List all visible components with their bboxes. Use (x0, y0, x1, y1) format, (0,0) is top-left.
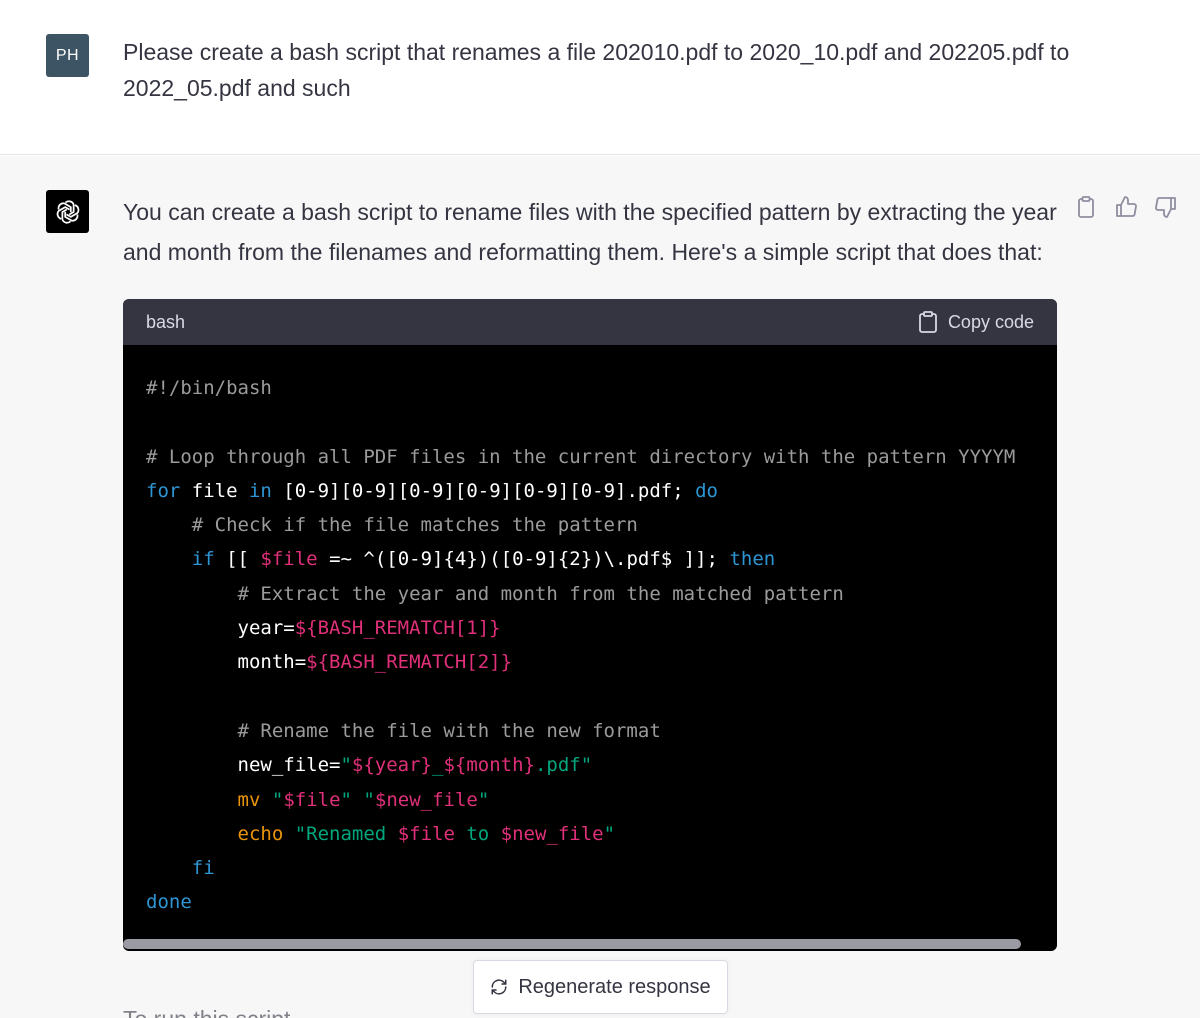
code-token: new_file= (146, 754, 341, 777)
code-token: fi (191, 857, 215, 880)
code-line: for file in [0-9][0-9][0-9][0-9][0-9][0-… (146, 474, 1057, 508)
code-header: bash Copy code (123, 299, 1057, 345)
code-token: _ (432, 754, 444, 777)
code-token: echo (237, 822, 284, 845)
code-token: mv (237, 788, 261, 811)
code-token: for (146, 479, 181, 502)
code-line: new_file="${year}_${month}.pdf" (146, 748, 1057, 782)
code-line: if [[ $file =~ ^([0-9]{4})([0-9]{2})\.pd… (146, 542, 1057, 576)
code-line: #!/bin/bash (146, 371, 1057, 405)
code-token: "Renamed (294, 822, 398, 845)
code-token: done (146, 891, 192, 914)
code-token: ${month} (443, 754, 535, 777)
code-token: to (454, 822, 501, 845)
code-token: month= (146, 651, 307, 674)
code-token: ${BASH_REMATCH[2]} (306, 651, 513, 674)
code-line: fi (146, 851, 1057, 885)
code-language-label: bash (146, 311, 186, 332)
code-token: $new_file (374, 788, 478, 811)
trailing-text: To run this script (123, 1006, 290, 1018)
horizontal-scrollbar[interactable] (123, 939, 1021, 949)
code-token: " (603, 822, 616, 845)
code-token: if (191, 548, 215, 571)
code-token: $file (283, 788, 341, 811)
code-token: year= (146, 617, 295, 640)
code-line: # Extract the year and month from the ma… (146, 577, 1057, 611)
code-line: # Check if the file matches the pattern (146, 508, 1057, 542)
code-line: month=${BASH_REMATCH[2]} (146, 645, 1057, 679)
code-token: =~ ^([0-9]{4})([0-9]{2})\.pdf$ ]]; (317, 548, 730, 571)
code-token: do (695, 479, 718, 502)
code-token: .pdf" (534, 754, 593, 777)
code-token: #!/bin/bash (146, 377, 272, 399)
message-actions (1074, 194, 1178, 220)
code-token: # Check if the file matches the pattern (146, 514, 638, 537)
code-token: # Loop through all PDF files in the curr… (146, 445, 1016, 468)
code-token: in (248, 479, 272, 502)
user-avatar-initials: PH (55, 46, 80, 64)
code-token: [[ (214, 548, 261, 571)
user-message-text: Please create a bash script that renames… (123, 39, 1070, 101)
regenerate-label: Regenerate response (518, 975, 711, 998)
code-line: # Rename the file with the new format (146, 714, 1057, 748)
clipboard-icon (919, 311, 937, 333)
code-token: $file (260, 548, 318, 571)
copy-code-label: Copy code (947, 311, 1034, 332)
code-token: " (340, 788, 352, 811)
code-line: echo "Renamed $file to $new_file" (146, 817, 1057, 851)
assistant-intro-text: You can create a bash script to rename f… (123, 199, 1057, 265)
code-content[interactable]: #!/bin/bash # Loop through all PDF files… (123, 345, 1057, 939)
code-token: [0-9][0-9][0-9][0-9][0-9][0-9].pdf; (271, 479, 696, 502)
refresh-icon (491, 979, 507, 995)
code-token: $new_file (500, 822, 604, 845)
code-token: then (729, 548, 776, 571)
code-token: # Extract the year and month from the ma… (146, 582, 844, 605)
code-line: # Loop through all PDF files in the curr… (146, 440, 1057, 474)
copy-code-button[interactable]: Copy code (918, 311, 1034, 333)
code-token: " (340, 754, 352, 777)
code-token: file (180, 479, 249, 502)
openai-logo-icon (46, 190, 89, 233)
assistant-message: You can create a bash script to rename f… (0, 156, 1200, 1018)
thumbs-up-icon[interactable] (1114, 194, 1138, 220)
code-token: $file (397, 822, 455, 845)
regenerate-response-button[interactable]: Regenerate response (473, 960, 728, 1014)
code-line: year=${BASH_REMATCH[1]} (146, 611, 1057, 645)
code-token: # Rename the file with the new format (146, 719, 661, 742)
code-token: " (271, 788, 284, 811)
code-block: bash Copy code #!/bin/bash # Loop throug… (123, 299, 1057, 951)
user-message: PH Please create a bash script that rena… (0, 0, 1200, 155)
thumbs-down-icon[interactable] (1154, 194, 1178, 220)
code-line: done (146, 885, 1057, 919)
code-token: ${BASH_REMATCH[1]} (294, 617, 501, 640)
user-avatar: PH (46, 34, 89, 77)
code-token: " (363, 788, 375, 811)
code-line: mv "$file" "$new_file" (146, 783, 1057, 817)
copy-icon[interactable] (1074, 194, 1098, 220)
code-token: ${year} (351, 754, 432, 777)
code-token: " (477, 788, 490, 811)
